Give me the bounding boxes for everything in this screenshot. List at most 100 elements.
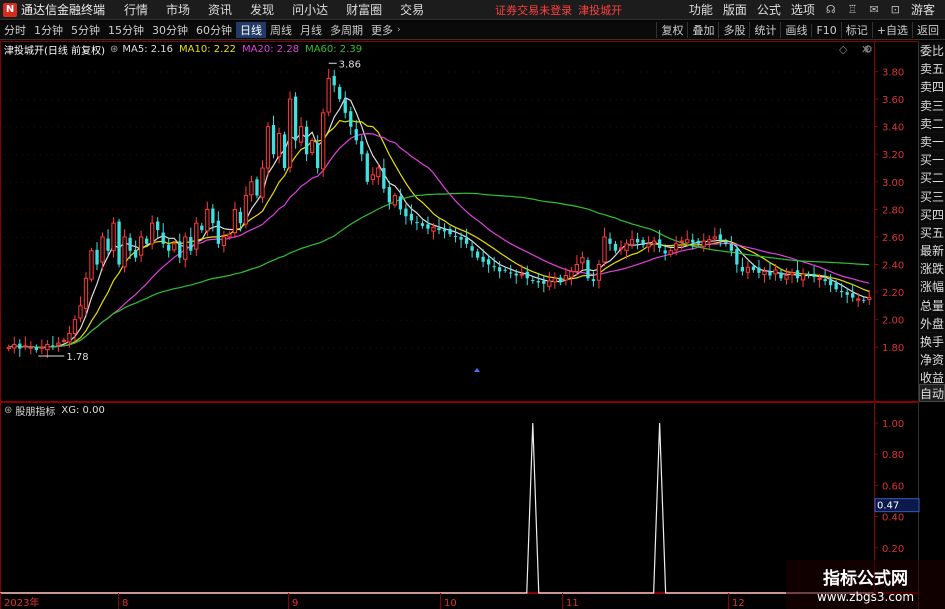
grid-dot [784, 99, 785, 101]
grid-dot [106, 71, 107, 73]
btn-f10[interactable]: F10 [811, 23, 840, 37]
chevron-right-icon[interactable]: › [397, 25, 401, 35]
grid-dot [424, 347, 425, 349]
grid-dot [784, 209, 785, 211]
menu-jiaoyi[interactable]: 交易 [391, 1, 433, 18]
shirt-icon[interactable]: ♖ [842, 3, 864, 16]
menu-hangqing[interactable]: 行情 [115, 1, 157, 18]
candle-body-down [735, 249, 739, 265]
grid-dot [220, 154, 221, 156]
kline-chart[interactable]: 3.803.603.403.203.002.802.602.402.202.00… [0, 41, 945, 609]
candle-body-up [679, 240, 684, 243]
grid-dot [364, 99, 365, 101]
menu-caifuquan[interactable]: 财富圈 [337, 1, 391, 18]
user-label[interactable]: 游客 [906, 1, 945, 18]
candle-body-up [668, 250, 673, 255]
diamond-icon[interactable]: ◇ [839, 43, 847, 56]
btn-biaoji[interactable]: 标记 [840, 22, 872, 38]
grid-dot [190, 347, 191, 349]
grid-dot [550, 264, 551, 266]
period-multi[interactable]: 多周期 [326, 22, 367, 38]
grid-dot [610, 347, 611, 349]
menu-faxian[interactable]: 发现 [241, 1, 283, 18]
grid-dot [580, 209, 581, 211]
grid-dot [412, 154, 413, 156]
grid-dot [610, 126, 611, 128]
grid-dot [760, 347, 761, 349]
grid-dot [652, 181, 653, 183]
message-icon[interactable]: ✉ [864, 3, 885, 16]
grid-dot [394, 236, 395, 238]
period-weekly[interactable]: 周线 [266, 22, 296, 38]
grid-dot [538, 347, 539, 349]
sub-label: 0.40 [882, 513, 904, 524]
grid-dot [316, 319, 317, 321]
period-more[interactable]: 更多 [367, 22, 397, 38]
period-1min[interactable]: 1分钟 [30, 22, 67, 38]
grid-dot [124, 292, 125, 294]
grid-dot [688, 209, 689, 211]
menu-gongshi[interactable]: 公式 [752, 1, 786, 18]
btn-diejia[interactable]: 叠加 [687, 22, 718, 38]
grid-dot [658, 126, 659, 128]
menu-zixun[interactable]: 资讯 [199, 1, 241, 18]
grid-dot [340, 154, 341, 156]
candle-body-up [596, 264, 602, 281]
grid-dot [742, 347, 743, 349]
grid-dot [190, 154, 191, 156]
grid-dot [508, 347, 509, 349]
grid-dot [160, 71, 161, 73]
period-monthly[interactable]: 月线 [296, 22, 326, 38]
grid-dot [28, 154, 29, 156]
grid-dot [490, 71, 491, 73]
btn-fuquan[interactable]: 复权 [656, 22, 687, 38]
grid-dot [586, 209, 587, 211]
candle-body-up [309, 139, 315, 154]
period-fenshi[interactable]: 分时 [0, 22, 30, 38]
btn-huaxian[interactable]: 画线 [780, 22, 811, 38]
grid-dot [376, 347, 377, 349]
grid-dot [298, 154, 299, 156]
period-5min[interactable]: 5分钟 [67, 22, 104, 38]
btn-zixuan[interactable]: +自选 [871, 22, 912, 38]
sidebar-item-10: 买五 [919, 223, 945, 243]
sidebar-item-8: 买三 [919, 187, 945, 206]
grid-dot [466, 209, 467, 211]
indicator-settings-icon[interactable]: ⊛ [4, 405, 12, 416]
menu-gongneng[interactable]: 功能 [684, 1, 718, 18]
grid-dot [226, 319, 227, 321]
grid-dot [244, 71, 245, 73]
grid-dot [88, 236, 89, 238]
grid-dot [238, 209, 239, 211]
period-60min[interactable]: 60分钟 [192, 22, 236, 38]
auto-button[interactable]: 自动 [919, 384, 945, 402]
menu-wenxiaoda[interactable]: 问小达 [283, 1, 337, 18]
grid-dot [340, 319, 341, 321]
settings-icon[interactable]: ⊛ [110, 44, 118, 55]
btn-duogu[interactable]: 多股 [718, 22, 749, 38]
menu-shichang[interactable]: 市场 [157, 1, 199, 18]
grid-dot [484, 126, 485, 128]
grid-dot [370, 71, 371, 73]
btn-tongji[interactable]: 统计 [749, 22, 780, 38]
menu-banmian[interactable]: 版面 [718, 1, 752, 18]
period-15min[interactable]: 15分钟 [104, 22, 148, 38]
grid-dot [196, 319, 197, 321]
grid-dot [616, 154, 617, 156]
grid-dot [400, 99, 401, 101]
gear-icon[interactable]: ⚙ [863, 43, 873, 56]
login-alert[interactable]: 证券交易未登录 [495, 2, 572, 18]
period-30min[interactable]: 30分钟 [148, 22, 192, 38]
headset-icon[interactable]: ☊ [820, 3, 842, 16]
btn-fanhui[interactable]: 返回 [912, 22, 945, 38]
grid-dot [646, 319, 647, 321]
grid-dot [76, 99, 77, 101]
lock-icon[interactable]: ⊡ [885, 3, 906, 16]
grid-dot [844, 71, 845, 73]
grid-dot [100, 209, 101, 211]
period-daily[interactable]: 日线 [236, 22, 266, 38]
menu-xuanxiang[interactable]: 选项 [786, 1, 820, 18]
grid-dot [154, 209, 155, 211]
grid-dot [856, 154, 857, 156]
grid-dot [838, 71, 839, 73]
